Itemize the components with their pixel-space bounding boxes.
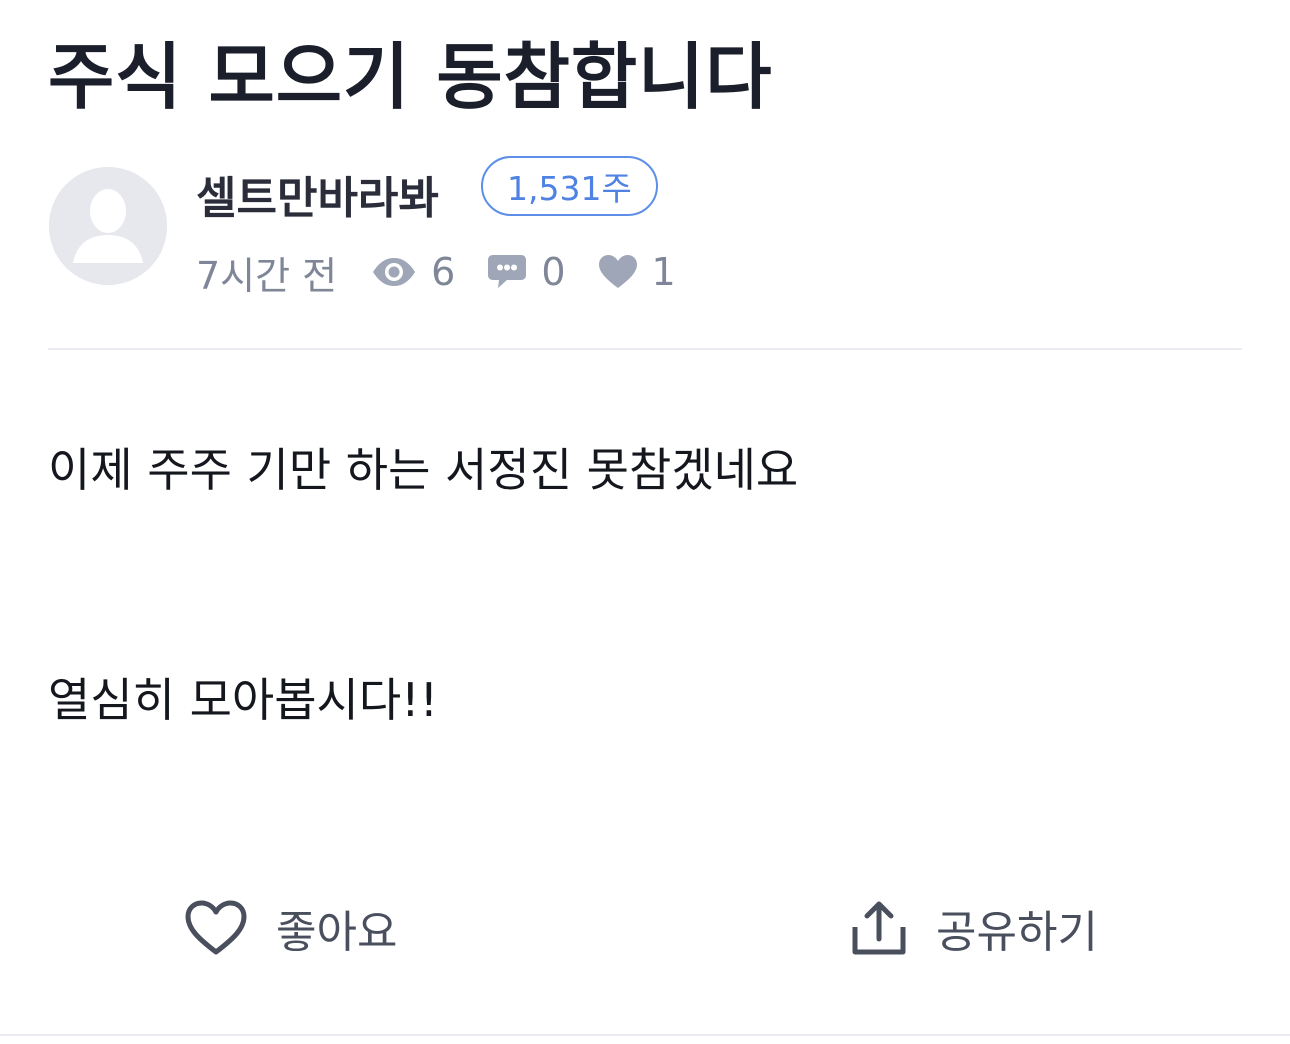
comment-bubble-icon bbox=[488, 255, 527, 288]
share-button[interactable]: 공유하기 bbox=[850, 896, 1098, 960]
heart-outline-icon bbox=[185, 900, 247, 955]
post-title: 주식 모으기 동참합니다 bbox=[48, 35, 773, 119]
avatar[interactable] bbox=[49, 167, 167, 285]
user-silhouette-icon bbox=[49, 167, 167, 285]
like-button[interactable]: 좋아요 bbox=[184, 896, 397, 960]
shares-badge: 1,531주 bbox=[481, 156, 658, 216]
post-meta: 7시간 전 6 0 1 bbox=[196, 244, 708, 300]
author-name[interactable]: 셀트만바라봐 bbox=[196, 162, 439, 226]
share-button-label: 공유하기 bbox=[936, 907, 1098, 958]
view-count-value: 6 bbox=[431, 250, 456, 294]
comment-count: 0 bbox=[487, 250, 566, 294]
view-count: 6 bbox=[371, 250, 455, 294]
post-body-line: 열심히 모아봅시다!! bbox=[48, 673, 439, 727]
post-body-line: 이제 주주 기만 하는 서정진 못참겠네요 bbox=[48, 443, 799, 497]
comment-count-value: 0 bbox=[541, 250, 566, 294]
bottom-divider bbox=[0, 1034, 1290, 1036]
post-time: 7시간 전 bbox=[196, 253, 338, 298]
share-upload-icon bbox=[852, 901, 906, 955]
header-divider bbox=[48, 348, 1242, 350]
eye-icon bbox=[373, 258, 416, 286]
like-button-label: 좋아요 bbox=[276, 907, 398, 958]
post-page: 주식 모으기 동참합니다 셀트만바라봐 1,531주 7시간 전 6 0 1 이… bbox=[0, 0, 1290, 1044]
like-count-value: 1 bbox=[651, 250, 676, 294]
heart-filled-icon bbox=[598, 255, 637, 288]
like-count: 1 bbox=[598, 250, 676, 294]
